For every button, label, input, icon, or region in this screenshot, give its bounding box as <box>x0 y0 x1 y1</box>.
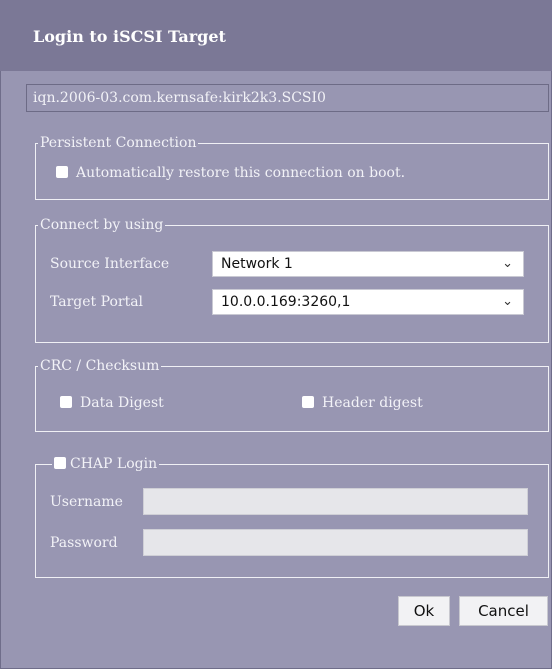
data-digest-option[interactable]: Data Digest <box>60 395 164 411</box>
data-digest-checkbox[interactable] <box>60 396 72 408</box>
chap-login-legend[interactable]: CHAP Login <box>52 456 159 472</box>
restore-connection-label: Automatically restore this connection on… <box>76 165 406 181</box>
chap-login-label: CHAP Login <box>70 456 158 472</box>
password-input[interactable] <box>143 529 528 556</box>
target-name-field: iqn.2006-03.com.kernsafe:kirk2k3.SCSI0 <box>26 84 549 112</box>
crc-checksum-legend: CRC / Checksum <box>40 358 160 374</box>
header-digest-label: Header digest <box>322 395 423 411</box>
target-portal-label: Target Portal <box>50 294 144 310</box>
ok-button[interactable]: Ok <box>398 596 450 626</box>
header-digest-checkbox[interactable] <box>302 396 314 408</box>
username-input[interactable] <box>143 488 528 515</box>
chevron-down-icon: ⌄ <box>502 256 513 271</box>
persistent-connection-legend: Persistent Connection <box>40 135 197 151</box>
header-digest-option[interactable]: Header digest <box>302 395 423 411</box>
data-digest-label: Data Digest <box>80 395 164 411</box>
login-dialog: Login to iSCSI Target iqn.2006-03.com.ke… <box>0 0 552 669</box>
restore-connection-checkbox[interactable] <box>56 166 68 178</box>
username-label: Username <box>50 494 123 510</box>
chevron-down-icon: ⌄ <box>502 294 513 309</box>
connect-by-using-legend: Connect by using <box>40 217 164 233</box>
restore-connection-option[interactable]: Automatically restore this connection on… <box>56 165 405 181</box>
chap-login-checkbox[interactable] <box>54 457 66 469</box>
password-label: Password <box>50 535 118 551</box>
target-portal-value: 10.0.0.169:3260,1 <box>221 294 351 310</box>
dialog-titlebar: Login to iSCSI Target <box>0 0 552 71</box>
connect-by-using-group: Connect by using <box>35 217 549 343</box>
target-portal-select[interactable]: 10.0.0.169:3260,1 ⌄ <box>212 289 524 315</box>
dialog-title: Login to iSCSI Target <box>33 27 226 46</box>
source-interface-label: Source Interface <box>50 256 170 272</box>
chap-login-group: CHAP Login <box>35 456 549 578</box>
source-interface-select[interactable]: Network 1 ⌄ <box>212 251 524 277</box>
source-interface-value: Network 1 <box>221 256 293 272</box>
cancel-button[interactable]: Cancel <box>459 596 548 626</box>
